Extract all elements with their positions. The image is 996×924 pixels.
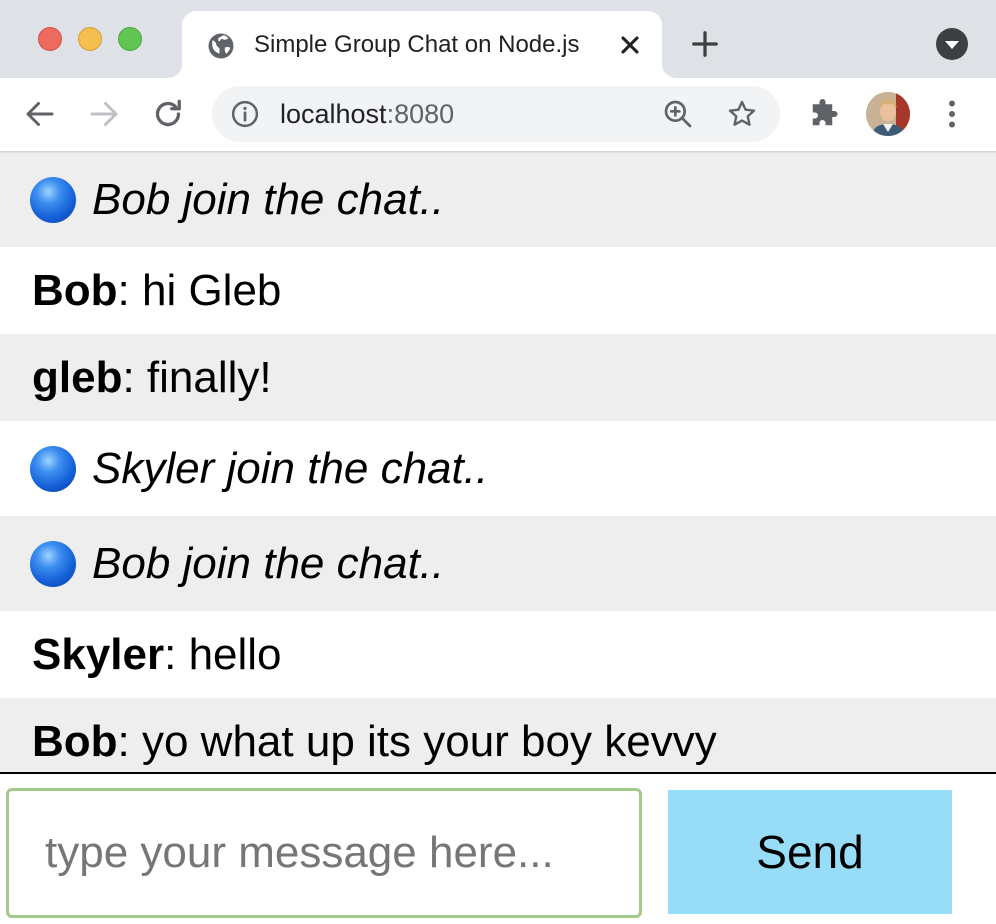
chat-message: Bob: yo what up its your boy kevvy [0,698,996,772]
send-button[interactable]: Send [668,790,952,914]
plus-icon[interactable] [690,29,720,59]
tab-strip: Simple Group Chat on Node.js [0,0,996,78]
message-composer: Send [0,772,996,924]
window-minimize-button[interactable] [78,27,102,51]
reload-icon[interactable] [150,96,186,132]
message-separator: : [122,352,147,402]
address-bar[interactable]: localhost:8080 [212,86,780,142]
blue-circle-icon [30,177,76,223]
message-input[interactable] [6,788,642,918]
message-user: Bob [32,265,118,315]
chat-message: Bob: hi Gleb [0,247,996,334]
info-icon[interactable] [230,99,260,129]
message-text: hello [188,629,282,679]
message-text: hi Gleb [141,265,282,315]
blue-circle-icon [30,540,76,587]
message-separator: : [164,629,189,679]
join-message: Skyler join the chat.. [0,421,996,516]
message-list[interactable]: Bob join the chat.. Bob: hi Gleb gleb: f… [0,153,996,772]
blue-circle-icon [30,445,76,492]
message-user: Skyler [32,629,165,679]
forward-icon[interactable] [86,96,122,132]
avatar[interactable] [866,92,910,136]
join-text: Bob join the chat.. [92,538,445,588]
message-text: finally! [146,352,272,402]
message-separator: : [117,716,142,766]
menu-icon[interactable] [934,96,970,132]
message-user: gleb [32,352,123,402]
chat-message: Skyler: hello [0,611,996,698]
browser-tab[interactable]: Simple Group Chat on Node.js [182,11,662,78]
tab-search-icon[interactable] [936,28,968,60]
join-text: Skyler join the chat.. [92,443,489,493]
message-separator: : [117,265,142,315]
window-maximize-button[interactable] [118,27,142,51]
star-icon[interactable] [726,98,758,130]
address-host: localhost [280,99,387,129]
chat-message: gleb: finally! [0,334,996,421]
join-message: Bob join the chat.. [0,153,996,247]
zoom-icon[interactable] [662,98,694,130]
address-url: localhost:8080 [280,99,454,130]
join-message: Bob join the chat.. [0,516,996,611]
back-icon[interactable] [22,96,58,132]
globe-icon [208,33,234,59]
extensions-icon[interactable] [806,96,842,132]
close-icon[interactable] [616,31,644,59]
window-close-button[interactable] [38,27,62,51]
join-text: Bob join the chat.. [92,175,445,224]
message-text: yo what up its your boy kevvy [141,716,717,766]
page-viewport: Bob join the chat.. Bob: hi Gleb gleb: f… [0,153,996,924]
message-user: Bob [32,716,118,766]
browser-toolbar: localhost:8080 [0,78,996,152]
tab-title: Simple Group Chat on Node.js [254,31,580,58]
address-port: :8080 [386,99,455,129]
